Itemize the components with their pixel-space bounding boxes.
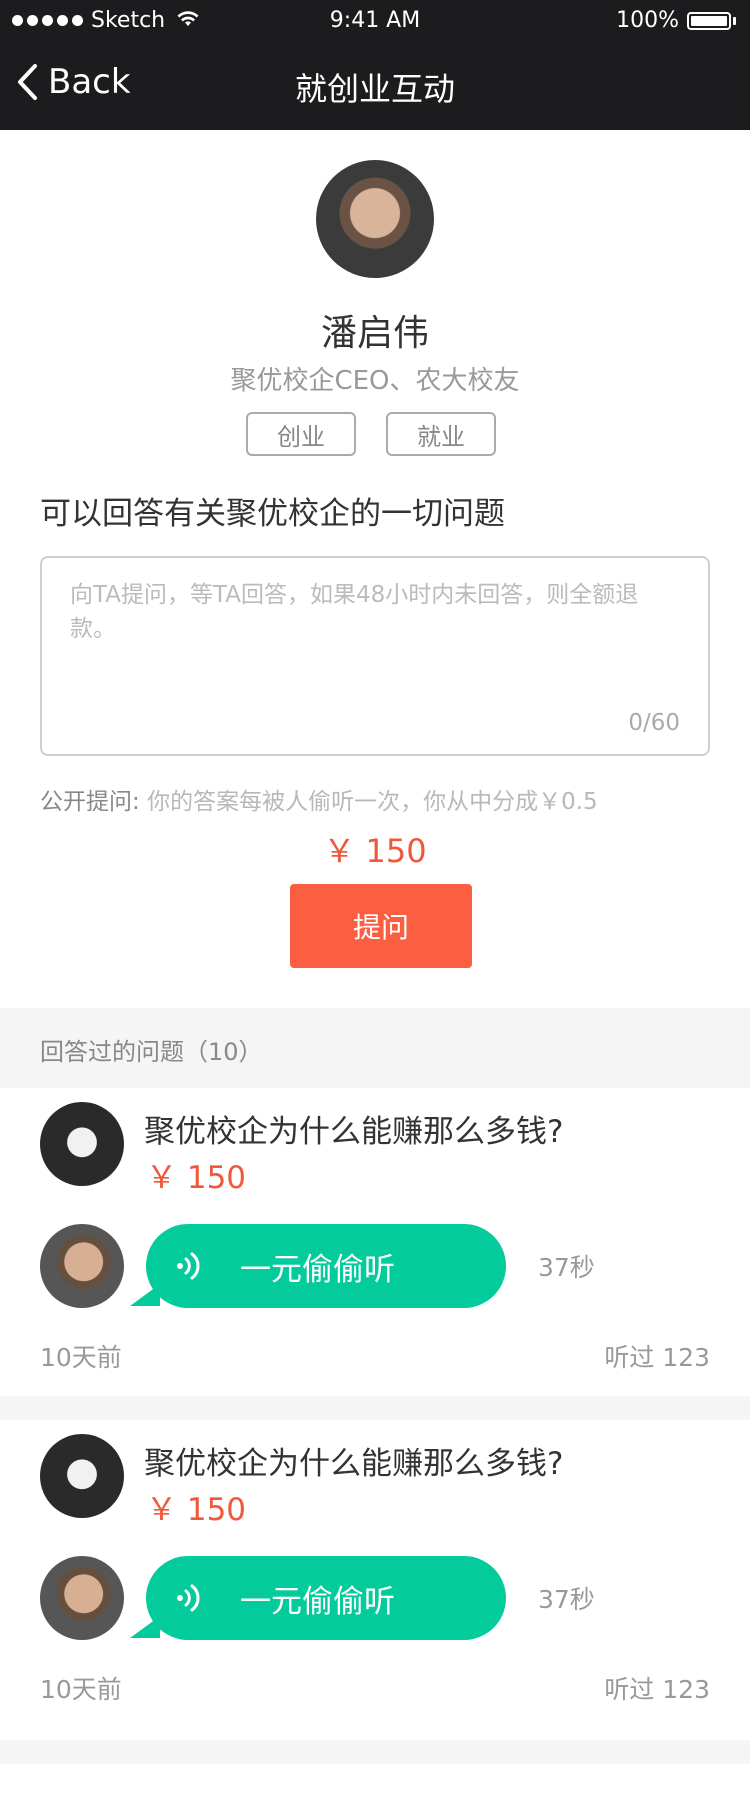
question-price: ￥ 150: [146, 1160, 247, 1196]
card-divider: [0, 1396, 750, 1420]
audio-duration: 37秒: [538, 1253, 595, 1282]
battery-icon: [687, 11, 731, 30]
sound-wave-icon: [170, 1249, 210, 1283]
question-text[interactable]: 聚优校企为什么能赚那么多钱?: [144, 1106, 563, 1151]
char-counter: 0/60: [628, 710, 680, 736]
answered-header-label: 回答过的问题（10）: [40, 1038, 263, 1066]
ask-price: ￥ 150: [323, 832, 427, 870]
tag-employment[interactable]: 就业: [386, 412, 496, 456]
listen-button[interactable]: 一元偷偷听: [130, 1224, 506, 1308]
battery-percent: 100%: [616, 8, 679, 33]
page-title: 就创业互动: [294, 70, 455, 108]
profile-tags: 创业 就业: [246, 412, 496, 456]
audio-duration: 37秒: [538, 1585, 595, 1614]
time-ago: 10天前: [40, 1675, 122, 1704]
asker-avatar: [40, 1434, 124, 1518]
question-input[interactable]: [70, 578, 680, 708]
card-divider: [0, 1740, 750, 1764]
question-text[interactable]: 聚优校企为什么能赚那么多钱?: [144, 1438, 563, 1483]
listen-button[interactable]: 一元偷偷听: [130, 1556, 506, 1640]
battery-tip: [733, 16, 736, 25]
profile-name: 潘启伟: [320, 313, 429, 354]
answerer-avatar: [40, 1556, 124, 1640]
question-price: ￥ 150: [146, 1492, 247, 1528]
time-ago: 10天前: [40, 1343, 122, 1372]
public-note: 公开提问: 你的答案每被人偷听一次，你从中分成￥0.5: [40, 782, 598, 816]
status-right: 100%: [616, 8, 736, 33]
ask-button[interactable]: 提问: [290, 884, 472, 968]
answer-card: 聚优校企为什么能赚那么多钱? ￥ 150 一元偷偷听 37秒 10天前 听过 1…: [0, 1088, 750, 1396]
listen-count: 听过 123: [604, 1343, 710, 1372]
profile-avatar: [316, 160, 434, 278]
tag-startup[interactable]: 创业: [246, 412, 356, 456]
nav-bar: Back 就创业互动: [0, 44, 750, 130]
answer-card: 聚优校企为什么能赚那么多钱? ￥ 150 一元偷偷听 37秒 10天前 听过 1…: [0, 1420, 750, 1728]
listen-label: 一元偷偷听: [240, 1583, 395, 1620]
top-bar: Sketch 9:41 AM 100% Back 就创业互动: [0, 0, 750, 130]
status-bar: Sketch 9:41 AM 100%: [0, 0, 750, 44]
public-desc: 你的答案每被人偷听一次，你从中分成￥0.5: [147, 789, 598, 815]
listen-count: 听过 123: [604, 1675, 710, 1704]
asker-avatar: [40, 1102, 124, 1186]
profile-subtitle: 聚优校企CEO、农大校友: [230, 366, 520, 396]
public-label: 公开提问:: [40, 789, 140, 815]
ask-headline: 可以回答有关聚优校企的一切问题: [40, 496, 505, 532]
listen-label: 一元偷偷听: [240, 1251, 395, 1288]
question-box: 0/60: [40, 556, 710, 756]
answered-header: 回答过的问题（10）: [0, 1008, 750, 1088]
sound-wave-icon: [170, 1581, 210, 1615]
answerer-avatar: [40, 1224, 124, 1308]
